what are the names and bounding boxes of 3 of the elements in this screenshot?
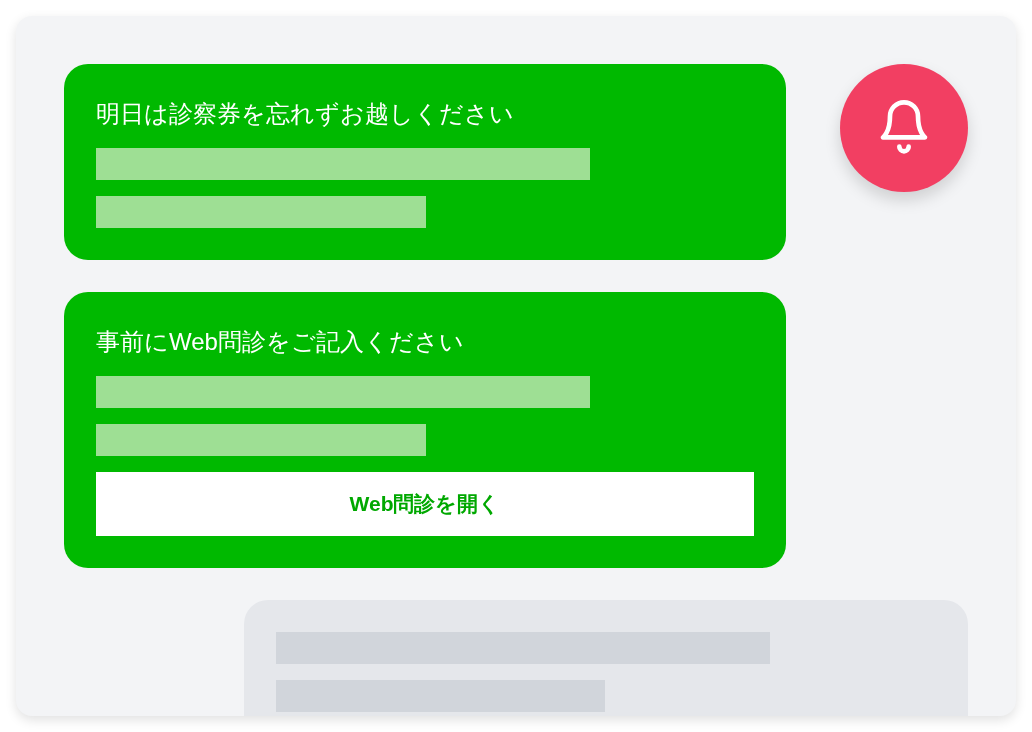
message-text: 明日は診察券を忘れずお越しください — [96, 99, 514, 129]
open-button[interactable]: Web問診を開く — [96, 472, 754, 536]
message-text: 事前にWeb問診をご記入ください — [96, 327, 464, 357]
